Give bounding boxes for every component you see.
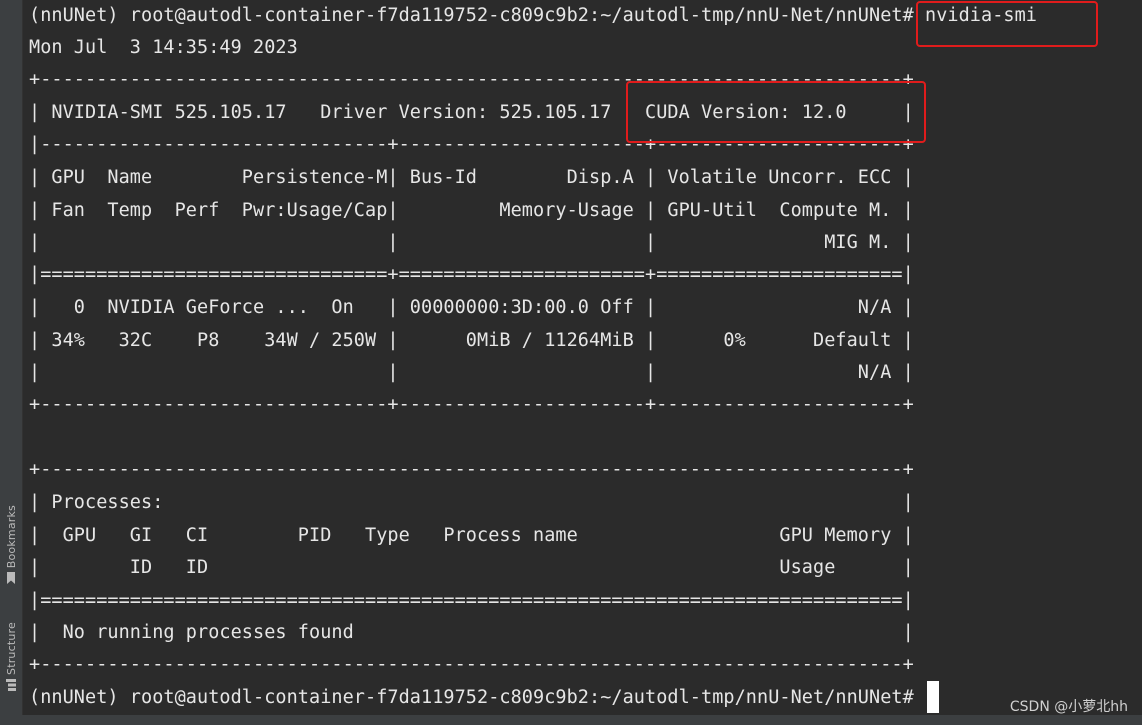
terminal-line: | Processes: | [29,492,914,513]
bottom-status-strip [0,715,1142,725]
bookmarks-tab[interactable]: Bookmarks [2,505,20,585]
structure-icon [6,678,16,691]
terminal-line: | GPU GI CI PID Type Process name GPU Me… [29,525,914,546]
terminal-line: | Fan Temp Perf Pwr:Usage/Cap| Memory-Us… [29,200,914,221]
structure-tab[interactable]: Structure [2,622,20,691]
terminal-line: | 0 NVIDIA GeForce ... On | 00000000:3D:… [29,297,914,318]
terminal-line: | No running processes found | [29,622,914,643]
terminal-prompt: (nnUNet) root@autodl-container-f7da11975… [29,687,925,708]
bookmark-icon [7,572,15,585]
terminal-line: |===============================+=======… [29,264,914,285]
terminal-line: | | | N/A | [29,362,914,383]
bookmarks-tab-label: Bookmarks [4,505,18,569]
terminal-line: | 34% 32C P8 34W / 250W | 0MiB / 11264Mi… [29,330,914,351]
terminal-line: +-------------------------------+-------… [29,394,914,415]
terminal-line: +---------------------------------------… [29,459,914,480]
terminal-line: | GPU Name Persistence-M| Bus-Id Disp.A … [29,167,914,188]
terminal-output[interactable]: (nnUNet) root@autodl-container-f7da11975… [22,0,1142,715]
structure-tab-label: Structure [4,622,18,675]
cuda-version-highlight-box [626,81,926,143]
watermark: CSDN @小萝北hh [1009,699,1128,715]
tool-window-rail: Bookmarks Structure [0,0,23,725]
terminal-cursor [927,681,939,713]
command-highlight-box [916,1,1098,47]
terminal-line: | | | MIG M. | [29,232,914,253]
terminal-line: (nnUNet) root@autodl-container-f7da11975… [29,5,1037,26]
terminal-line: +---------------------------------------… [29,654,914,675]
terminal-line: |=======================================… [29,590,914,611]
terminal-line: Mon Jul 3 14:35:49 2023 [29,37,298,58]
terminal-line: | ID ID Usage | [29,557,914,578]
